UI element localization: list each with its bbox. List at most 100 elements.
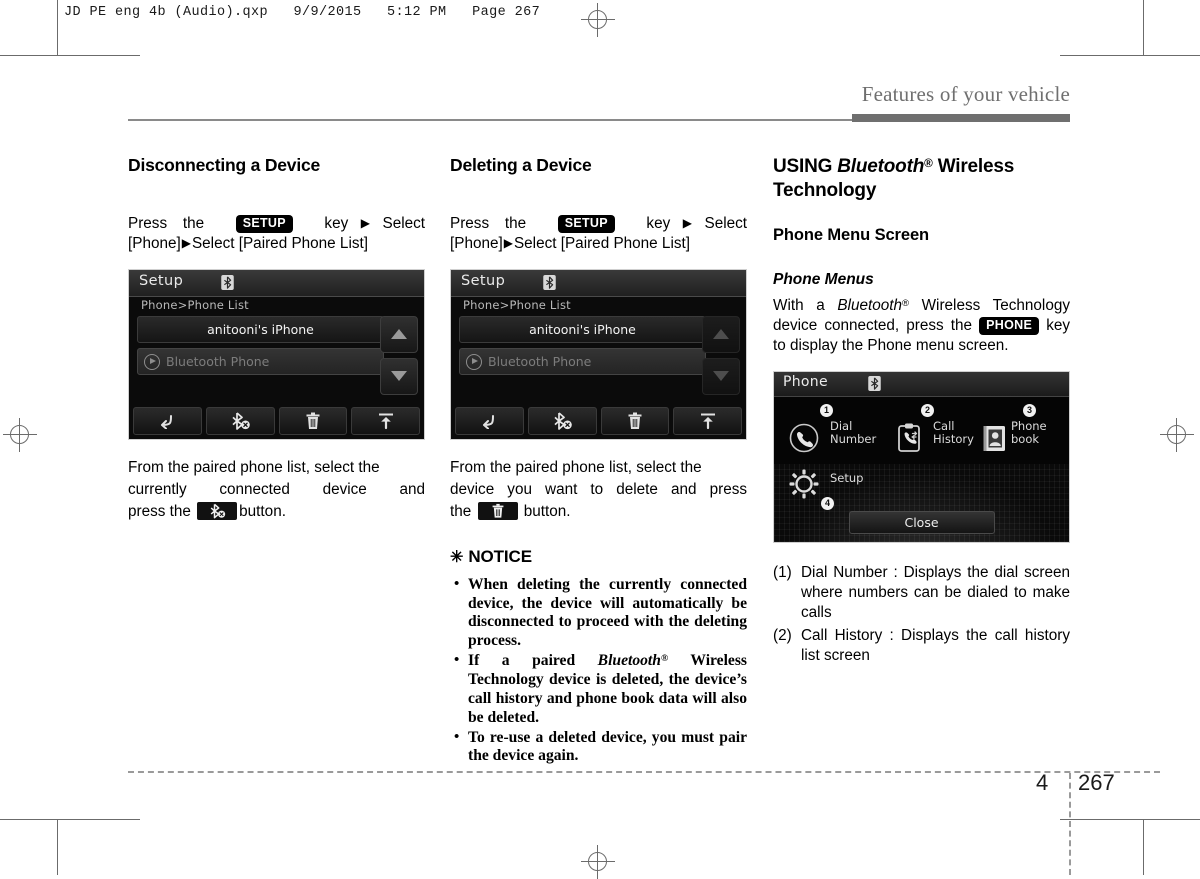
back-arrow-icon xyxy=(161,414,173,429)
notice-title: NOTICE xyxy=(468,546,532,566)
scroll-up-button[interactable] xyxy=(380,315,418,353)
definition-item-call-history: (2) Call History : Displays the call his… xyxy=(773,626,1070,667)
instruction-key-word: key xyxy=(646,215,671,232)
chevron-up-icon xyxy=(713,329,729,340)
notice-list: When deleting the currently connected de… xyxy=(450,575,747,767)
caption-text: currently connected device and xyxy=(128,481,425,499)
footer-page-number: 267 xyxy=(1078,770,1115,795)
menu-item-phone-book[interactable]: Phone book xyxy=(979,419,1069,456)
manual-page: JD PE eng 4b (Audio).qxp 9/9/2015 5:12 P… xyxy=(0,0,1200,879)
bluetooth-disconnect-icon xyxy=(232,412,250,430)
delete-button[interactable] xyxy=(600,406,670,435)
chevron-down-icon xyxy=(713,371,729,382)
scroll-up-button[interactable] xyxy=(702,315,740,353)
bluetooth-wordmark: Bluetooth® xyxy=(837,297,909,314)
close-button[interactable]: Close xyxy=(848,510,995,534)
list-item-bluetooth-phone[interactable]: Bluetooth Phone xyxy=(137,347,384,375)
setup-key-badge[interactable]: SETUP xyxy=(235,215,293,233)
scroll-down-button[interactable] xyxy=(702,357,740,395)
trash-icon xyxy=(628,412,642,429)
phone-menu-screen-image: Phone 1 Dial Number 2 Call History 3 Pho… xyxy=(773,370,1070,543)
chevron-down-icon xyxy=(391,371,407,382)
column-three: USING Bluetooth® Wireless Technology Pho… xyxy=(773,155,1070,668)
disconnect-button[interactable] xyxy=(205,406,275,435)
screen-title: Setup xyxy=(461,272,506,289)
phone-key-badge[interactable]: PHONE xyxy=(979,316,1040,335)
phonebook-icon xyxy=(983,425,1005,451)
bluetooth-brand: Bluetooth xyxy=(837,296,902,314)
screen-toolbar xyxy=(133,406,420,435)
asterisk-icon: ✳ xyxy=(450,548,464,566)
play-icon xyxy=(466,353,482,370)
connect-button[interactable] xyxy=(351,406,420,435)
delete-button[interactable] xyxy=(278,406,348,435)
crop-mark-bottom-right-vertical xyxy=(1143,820,1144,875)
subheading-phone-menu-screen: Phone Menu Screen xyxy=(773,225,930,244)
section-heading-disconnecting: Disconnecting a Device xyxy=(128,155,321,175)
caption-prefix: the xyxy=(450,503,472,521)
screen-breadcrumb: Phone>Phone List xyxy=(141,297,249,312)
caption-disconnecting-line2: currently connected device and xyxy=(128,480,425,500)
callout-2: 2 xyxy=(921,403,934,417)
setup-key-badge[interactable]: SETUP xyxy=(557,215,615,233)
definition-text: Dial Number : Displays the dial screen w… xyxy=(801,563,1070,622)
running-head-bar xyxy=(852,114,1070,122)
footer-chapter-number: 4 xyxy=(1036,770,1049,795)
registration-mark-right xyxy=(1160,418,1194,452)
caption-disconnecting-line1: From the paired phone list, select the xyxy=(128,458,380,476)
notice-item: When deleting the currently connected de… xyxy=(450,575,747,651)
registration-mark-left xyxy=(3,418,37,452)
scroll-down-button[interactable] xyxy=(380,357,418,395)
para-pre: With a xyxy=(773,296,838,314)
label-line-2: book xyxy=(1011,432,1040,447)
bluetooth-wordmark: Bluetooth® xyxy=(598,652,668,669)
back-button[interactable] xyxy=(455,406,524,435)
disconnect-button[interactable] xyxy=(527,406,597,435)
play-icon xyxy=(144,353,160,370)
notice-item-pre: If a paired xyxy=(468,652,598,670)
menu-item-label: Setup xyxy=(830,471,916,486)
menu-item-label: Phone book xyxy=(1011,419,1069,447)
caption-deleting-line2: device you want to delete and press xyxy=(450,480,747,500)
list-item-bluetooth-phone[interactable]: Bluetooth Phone xyxy=(459,347,706,375)
caption-deleting-line3: the button. xyxy=(450,502,747,522)
instruction-prefix: Press the xyxy=(128,215,205,232)
disconnect-button-chip[interactable] xyxy=(197,502,238,521)
list-item-paired-device[interactable]: anitooni's iPhone xyxy=(137,315,384,343)
delete-button-chip[interactable] xyxy=(477,502,518,521)
screen-toolbar xyxy=(455,406,742,435)
screen-title-bar: Phone xyxy=(774,371,1069,397)
crop-mark-top-right-vertical xyxy=(1143,0,1144,55)
list-item-paired-device[interactable]: anitooni's iPhone xyxy=(459,315,706,343)
bluetooth-disconnect-icon xyxy=(210,504,226,519)
close-button-label: Close xyxy=(904,514,939,530)
menu-item-call-history[interactable]: Call History xyxy=(891,419,991,456)
label-line-1: Dial xyxy=(830,418,853,433)
setup-screen-image-disconnecting: Setup Phone>Phone List anitooni's iPhone… xyxy=(128,268,425,440)
paragraph-phone-menus: With a Bluetooth® Wireless Technology de… xyxy=(773,296,1070,357)
connect-button[interactable] xyxy=(673,406,742,435)
menu-item-dial-number[interactable]: Dial Number xyxy=(788,418,888,456)
running-head-rule xyxy=(128,119,852,121)
bluetooth-icon xyxy=(221,274,234,290)
crop-mark-top-left-horizontal xyxy=(0,55,140,56)
menu-item-setup[interactable]: Setup xyxy=(788,468,888,502)
screen-title: Phone xyxy=(783,373,828,390)
callout-4: 4 xyxy=(821,496,834,510)
footer-divider xyxy=(1069,773,1071,875)
heading-prefix: USING xyxy=(773,156,838,177)
section-heading-deleting: Deleting a Device xyxy=(450,155,592,175)
scroll-buttons xyxy=(380,315,418,400)
step-arrow-icon: ▶ xyxy=(503,236,513,251)
column-one: Disconnecting a Device Press the SETUP k… xyxy=(128,155,425,533)
screen-title: Setup xyxy=(139,272,184,289)
caption-prefix: press the xyxy=(128,503,191,521)
list-item-label: Bluetooth Phone xyxy=(488,353,592,369)
column-two: Deleting a Device Press the SETUP key▶Se… xyxy=(450,155,747,767)
upload-icon xyxy=(700,413,715,429)
step-arrow-icon: ▶ xyxy=(181,236,191,251)
instruction-key-word: key xyxy=(324,215,349,232)
instruction-deleting: Press the SETUP key▶Select [Phone]▶Selec… xyxy=(450,214,747,255)
label-line-2: Number xyxy=(830,432,877,447)
back-button[interactable] xyxy=(133,406,202,435)
